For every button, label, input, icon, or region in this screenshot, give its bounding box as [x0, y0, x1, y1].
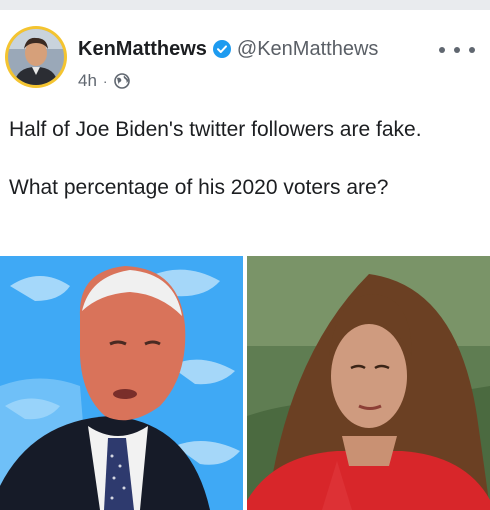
- post-meta: 4h ·: [78, 70, 130, 92]
- author-handle[interactable]: @KenMatthews: [237, 38, 378, 61]
- post-media: [0, 256, 490, 510]
- post-paragraph: Half of Joe Biden's twitter followers ar…: [9, 118, 422, 141]
- photo-woman-red-top[interactable]: [247, 256, 490, 510]
- author-name[interactable]: KenMatthews: [78, 38, 207, 61]
- post-header: KenMatthews @KenMatthews: [78, 36, 378, 62]
- more-dot: [454, 47, 460, 53]
- avatar[interactable]: [5, 26, 67, 88]
- avatar-photo: [8, 29, 64, 85]
- post-timestamp[interactable]: 4h: [78, 71, 97, 91]
- more-dot: [439, 47, 445, 53]
- meta-separator: ·: [102, 73, 108, 89]
- verified-badge-icon: [212, 40, 231, 58]
- more-dot: [469, 47, 475, 53]
- globe-icon[interactable]: [113, 73, 130, 89]
- top-strip: [0, 0, 490, 10]
- post-text: Half of Joe Biden's twitter followers ar…: [9, 115, 479, 202]
- post-card: KenMatthews @KenMatthews 4h · Half of Jo…: [0, 10, 490, 510]
- post-paragraph: What percentage of his 2020 voters are?: [9, 176, 389, 199]
- more-options-icon[interactable]: [439, 40, 475, 60]
- photo-joe-biden-twitter-background[interactable]: [0, 256, 243, 510]
